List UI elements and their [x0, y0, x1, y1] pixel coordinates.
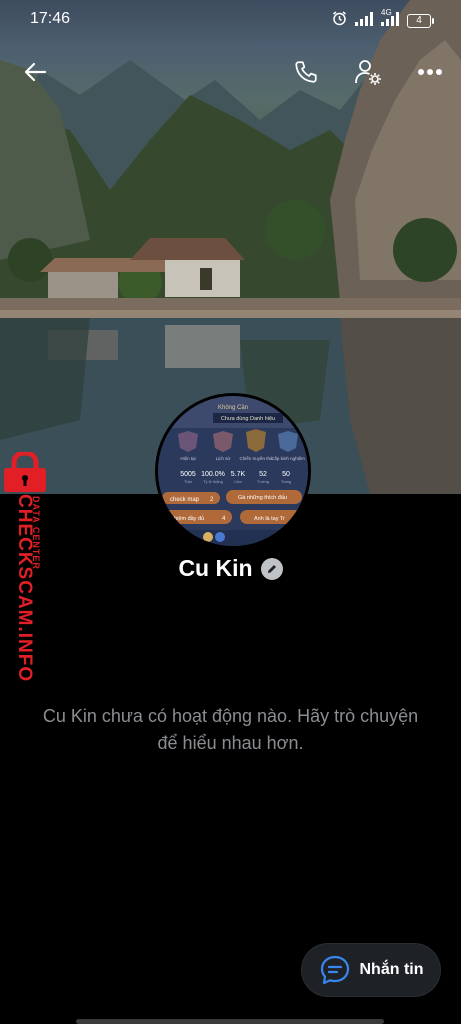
card-tab-3: Chiến truyền thủ [239, 455, 273, 461]
top-action-bar [0, 48, 461, 96]
phone-icon [295, 61, 317, 83]
battery-icon: 4 [407, 14, 434, 28]
card-top-line-1: Không Cần [218, 405, 248, 411]
card-stat-1: 5005 [180, 471, 196, 478]
profile-name: Cu Kin [178, 555, 253, 581]
card-tab-1: Hiện tại [180, 456, 195, 461]
pencil-icon [267, 564, 276, 573]
status-icons: 4G 4 [332, 8, 434, 31]
more-options-button[interactable] [412, 54, 448, 90]
profile-settings-button[interactable] [350, 54, 386, 90]
card-chip-1: check map [170, 497, 200, 503]
card-chip-4: Anh là tay Tr [254, 516, 285, 522]
profile-screen: 17:46 4G 4 Không Cần Chưa dùng Danh hiệu… [0, 0, 461, 1024]
profile-settings-icon [355, 60, 381, 85]
avatar-game-profile-image: Không Cần Chưa dùng Danh hiệu Hiện tại L… [158, 396, 308, 546]
card-stat-2: 100.0% [201, 471, 225, 478]
card-stat-label-5: Trang [281, 479, 291, 484]
alarm-icon [332, 11, 347, 31]
profile-name-row: Cu Kin [0, 555, 461, 582]
back-arrow-icon [24, 62, 47, 82]
signal-icon [355, 11, 373, 31]
avatar[interactable]: Không Cần Chưa dùng Danh hiệu Hiện tại L… [155, 393, 311, 549]
network-label: 4G [381, 7, 392, 17]
status-bar: 17:46 4G 4 [0, 0, 461, 40]
card-tab-2: Lịch sử [216, 455, 231, 461]
edit-name-button[interactable] [260, 557, 283, 580]
status-time: 17:46 [30, 10, 71, 27]
more-icon [418, 69, 442, 75]
chat-bubble-icon [320, 955, 349, 985]
empty-activity-message: Cu Kin chưa có hoạt động nào. Hãy trò ch… [42, 706, 419, 753]
call-button[interactable] [288, 54, 324, 90]
card-top-line-2: Chưa dùng Danh hiệu [221, 416, 275, 422]
lock-icon [4, 452, 46, 492]
card-stat-label-2: Tỷ lệ thắng [203, 479, 223, 484]
gesture-nav-handle[interactable] [76, 1019, 384, 1024]
back-button[interactable] [17, 54, 53, 90]
card-stat-label-1: Trận [184, 479, 192, 484]
card-stat-3: 5.7K [231, 471, 246, 478]
card-stat-5: 50 [282, 471, 290, 478]
card-chip-2: Gà những thích đấu [238, 495, 287, 501]
card-stat-label-4: Tướng [257, 479, 269, 484]
card-tab-4: Cấp kinh nghiệm [271, 456, 305, 461]
send-message-button[interactable]: Nhắn tin [302, 944, 440, 996]
watermark-sub-text: DATA CENTER [31, 496, 41, 570]
signal-4g-icon: 4G [381, 8, 399, 31]
card-stat-4: 52 [259, 471, 267, 478]
checkscam-watermark: CHECKSCAM.INFO DATA CENTER [0, 452, 50, 682]
send-message-label: Nhắn tin [359, 961, 424, 978]
card-stat-label-3: Like [234, 479, 242, 484]
card-chip-3: nghiệm đầy đủ [168, 515, 204, 522]
